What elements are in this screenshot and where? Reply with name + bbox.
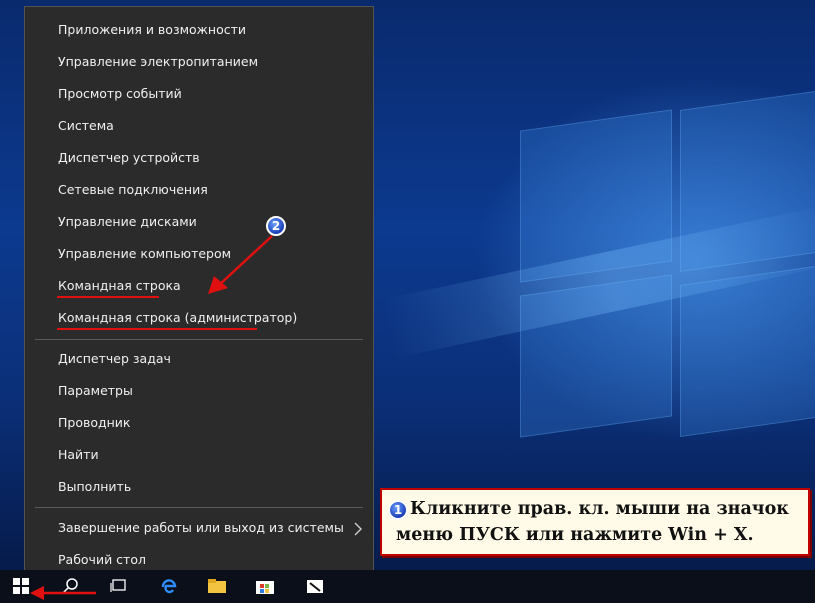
- store-icon[interactable]: [254, 575, 276, 597]
- menu-item-run[interactable]: Выполнить: [33, 472, 367, 502]
- callout-line-1: Кликните прав. кл. мыши на значок: [410, 499, 789, 519]
- menu-separator: [35, 339, 363, 340]
- arrow-annotation-2: [208, 235, 273, 294]
- highlight-underline: [57, 328, 257, 330]
- menu-item-task-manager[interactable]: Диспетчер задач: [33, 344, 367, 374]
- menu-item-apps-features[interactable]: Приложения и возможности: [33, 15, 367, 45]
- menu-item-power-options[interactable]: Управление электропитанием: [33, 47, 367, 77]
- menu-item-shutdown-signout[interactable]: Завершение работы или выход из системы: [33, 513, 367, 543]
- menu-item-device-manager[interactable]: Диспетчер устройств: [33, 143, 367, 173]
- menu-item-settings[interactable]: Параметры: [33, 376, 367, 406]
- menu-item-event-viewer[interactable]: Просмотр событий: [33, 79, 367, 109]
- chevron-right-icon: [353, 521, 363, 536]
- arrow-annotation-1: [30, 586, 96, 600]
- winx-context-menu: Приложения и возможности Управление элек…: [24, 6, 374, 582]
- menu-item-network-connections[interactable]: Сетевые подключения: [33, 175, 367, 205]
- step-badge-1: 1: [388, 500, 408, 520]
- menu-item-system[interactable]: Система: [33, 111, 367, 141]
- menu-item-file-explorer[interactable]: Проводник: [33, 408, 367, 438]
- edge-icon[interactable]: [158, 575, 180, 597]
- highlight-underline: [57, 296, 159, 298]
- menu-item-search[interactable]: Найти: [33, 440, 367, 470]
- task-view-icon[interactable]: [108, 575, 130, 597]
- file-explorer-icon[interactable]: [206, 575, 228, 597]
- callout-line-2: меню ПУСК или нажмите Win + X.: [396, 525, 754, 545]
- instruction-callout: 1 Кликните прав. кл. мыши на значок меню…: [380, 488, 810, 556]
- app-icon[interactable]: [304, 575, 326, 597]
- taskbar: [0, 570, 815, 603]
- menu-separator: [35, 507, 363, 508]
